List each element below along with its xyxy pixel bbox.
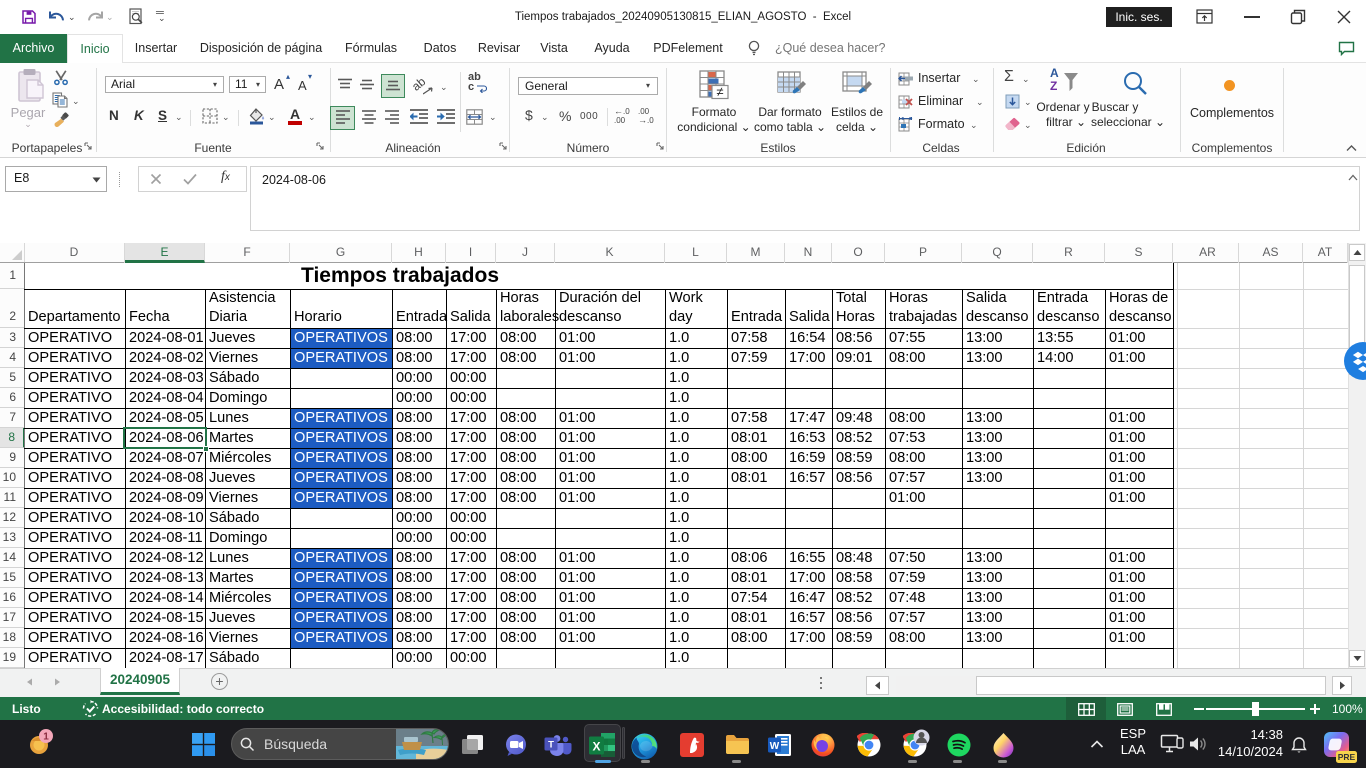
svg-text:≠: ≠: [716, 84, 723, 99]
svg-text:1: 1: [43, 732, 49, 743]
svg-text:W: W: [770, 741, 780, 752]
svg-text:X: X: [592, 740, 600, 754]
svg-text:T: T: [548, 740, 554, 751]
